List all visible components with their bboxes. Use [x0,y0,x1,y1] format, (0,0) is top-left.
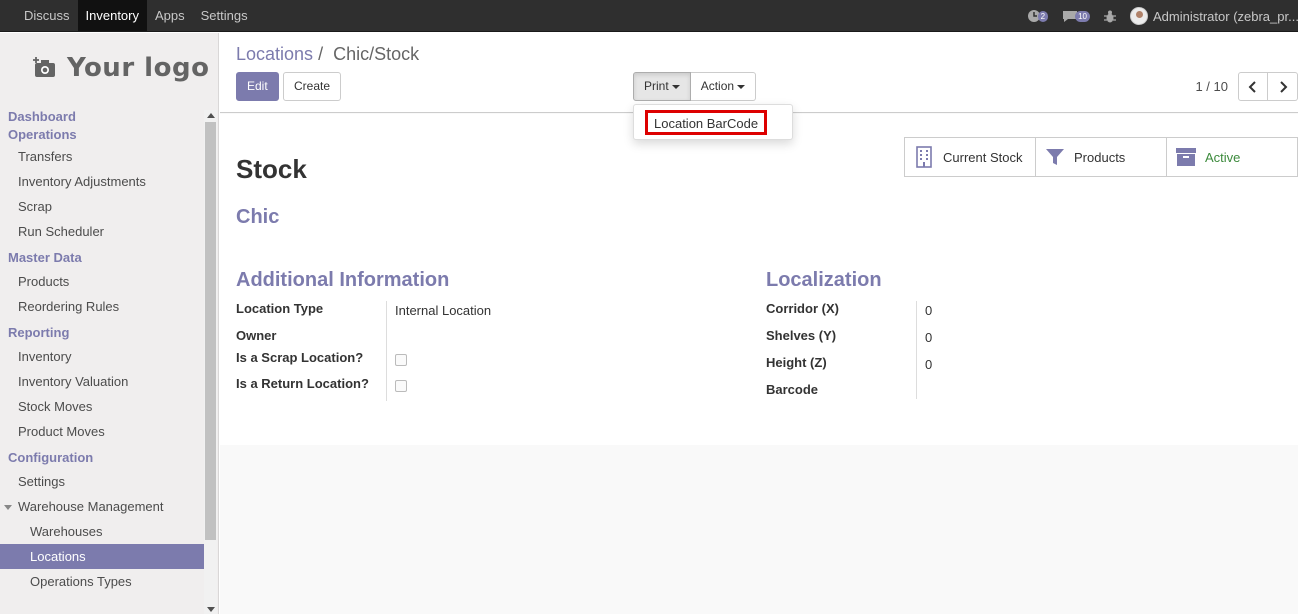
pager-previous[interactable] [1238,72,1268,101]
sidebar-group-label: Warehouse Management [18,499,164,514]
top-navbar: Discuss Inventory Apps Settings 2 10 Adm… [0,0,1298,32]
sidebar-section-operations[interactable]: Operations [0,126,204,144]
return-location-label: Is a Return Location? [236,376,369,391]
products-button[interactable]: Products [1036,138,1167,176]
sidebar-item-stock-moves[interactable]: Stock Moves [0,394,204,419]
breadcrumb-current: Chic/Stock [333,44,420,64]
active-toggle-button[interactable]: Active [1167,138,1297,176]
corridor-value[interactable]: 0 [925,303,932,318]
menu-discuss[interactable]: Discuss [16,0,78,31]
debug-button[interactable] [1104,10,1116,23]
scroll-down-icon[interactable] [207,607,215,612]
menu-settings[interactable]: Settings [193,0,256,31]
sidebar-item-transfers[interactable]: Transfers [0,144,204,169]
activity-button[interactable]: 2 [1027,9,1049,23]
app-menu: Discuss Inventory Apps Settings [16,0,256,32]
sidebar-item-reordering-rules[interactable]: Reordering Rules [0,294,204,319]
action-button[interactable]: Action [690,72,757,101]
building-icon [913,146,935,168]
sidebar-nav: Dashboard Operations Transfers Inventory… [0,108,204,594]
sidebar-item-products[interactable]: Products [0,269,204,294]
sidebar-item-run-scheduler[interactable]: Run Scheduler [0,219,204,244]
scrap-location-checkbox[interactable] [395,354,407,366]
sidebar-section-master-data[interactable]: Master Data [0,249,204,267]
activity-badge: 2 [1037,10,1049,22]
pager-value[interactable]: 1 / 10 [1195,79,1228,94]
sidebar-item-product-moves[interactable]: Product Moves [0,419,204,444]
create-button[interactable]: Create [283,72,342,101]
caret-down-icon [737,84,746,89]
sidebar-scrollbar[interactable] [204,110,217,614]
print-location-barcode[interactable]: Location BarCode [645,110,768,135]
messages-badge: 10 [1075,10,1090,22]
print-button[interactable]: Print [633,72,691,101]
return-location-checkbox[interactable] [395,380,407,392]
scrap-location-label: Is a Scrap Location? [236,350,364,365]
sidebar: Your logo Dashboard Operations Transfers… [0,33,219,614]
logo-text: Your logo [67,53,210,83]
breadcrumb-locations[interactable]: Locations [236,44,313,64]
sidebar-section-configuration[interactable]: Configuration [0,449,204,467]
pager: 1 / 10 [1195,72,1298,101]
localization-title: Localization [766,269,882,291]
current-stock-button[interactable]: Current Stock [905,138,1036,176]
sidebar-item-locations[interactable]: Locations [0,544,204,569]
barcode-label: Barcode [766,382,819,397]
menu-apps[interactable]: Apps [147,0,193,31]
products-label: Products [1074,149,1126,165]
archive-icon [1175,146,1197,168]
sidebar-item-warehouses[interactable]: Warehouses [0,519,204,544]
field-divider [916,301,917,399]
shelves-value[interactable]: 0 [925,330,932,345]
action-label: Action [700,79,735,93]
sidebar-item-inventory[interactable]: Inventory [0,344,204,369]
print-dropdown: Location BarCode [633,104,793,140]
location-type-value[interactable]: Internal Location [395,303,491,318]
camera-icon [33,57,55,77]
control-panel: Locations / Chic/Stock Edit Create Print… [220,33,1298,140]
height-value[interactable]: 0 [925,357,932,372]
scroll-up-icon[interactable] [207,113,215,118]
company-logo[interactable]: Your logo [33,53,209,83]
bug-icon [1104,10,1116,22]
owner-label: Owner [236,328,277,343]
sidebar-item-inventory-valuation[interactable]: Inventory Valuation [0,369,204,394]
location-type-label: Location Type [236,301,324,316]
sidebar-item-settings[interactable]: Settings [0,469,204,494]
sidebar-item-operations-types[interactable]: Operations Types [0,569,204,594]
messages-button[interactable]: 10 [1062,10,1090,23]
filter-icon [1044,146,1066,168]
parent-location[interactable]: Chic [236,206,279,229]
print-label: Print [644,79,669,93]
edit-button[interactable]: Edit [236,72,279,101]
menu-inventory[interactable]: Inventory [77,0,147,31]
sidebar-actions: Print Action [633,72,757,101]
caret-down-icon [671,84,680,89]
sidebar-section-dashboard[interactable]: Dashboard [0,108,204,126]
chevron-left-icon [1248,80,1256,93]
sidebar-section-reporting[interactable]: Reporting [0,324,204,342]
systray: 2 10 Administrator (zebra_pr... [1027,0,1298,32]
avatar[interactable] [1130,7,1148,25]
field-divider [386,301,387,401]
user-menu[interactable]: Administrator (zebra_pr... [1153,9,1298,24]
sidebar-group-warehouse-management[interactable]: Warehouse Management [0,494,204,519]
sidebar-item-inventory-adjustments[interactable]: Inventory Adjustments [0,169,204,194]
caret-down-icon [4,505,12,511]
height-label: Height (Z) [766,355,827,370]
corridor-label: Corridor (X) [766,301,839,316]
pager-next[interactable] [1268,72,1298,101]
breadcrumb: Locations / Chic/Stock [236,44,419,65]
scrollbar-thumb[interactable] [205,122,216,540]
active-label: Active [1205,149,1241,165]
additional-info-title: Additional Information [236,269,450,291]
sidebar-item-scrap[interactable]: Scrap [0,194,204,219]
location-name[interactable]: Stock [236,154,307,185]
shelves-label: Shelves (Y) [766,328,837,343]
button-box: Current Stock Products Active [904,137,1298,177]
current-stock-label: Current Stock [943,149,1023,165]
chevron-right-icon [1279,80,1287,93]
breadcrumb-separator: / [318,44,324,64]
